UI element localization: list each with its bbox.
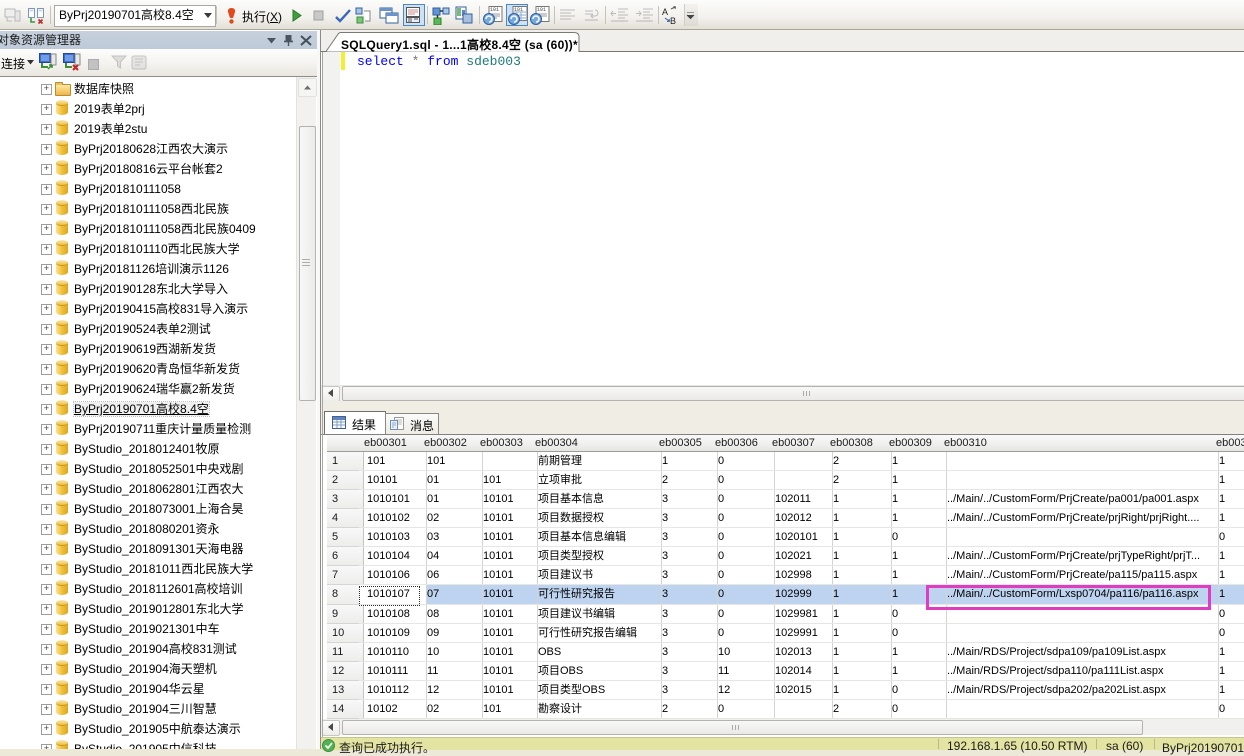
svg-text:B: B [670,16,676,25]
svg-text:A: A [662,7,668,17]
svg-text:101: 101 [537,7,546,13]
svg-text:101: 101 [490,7,499,13]
